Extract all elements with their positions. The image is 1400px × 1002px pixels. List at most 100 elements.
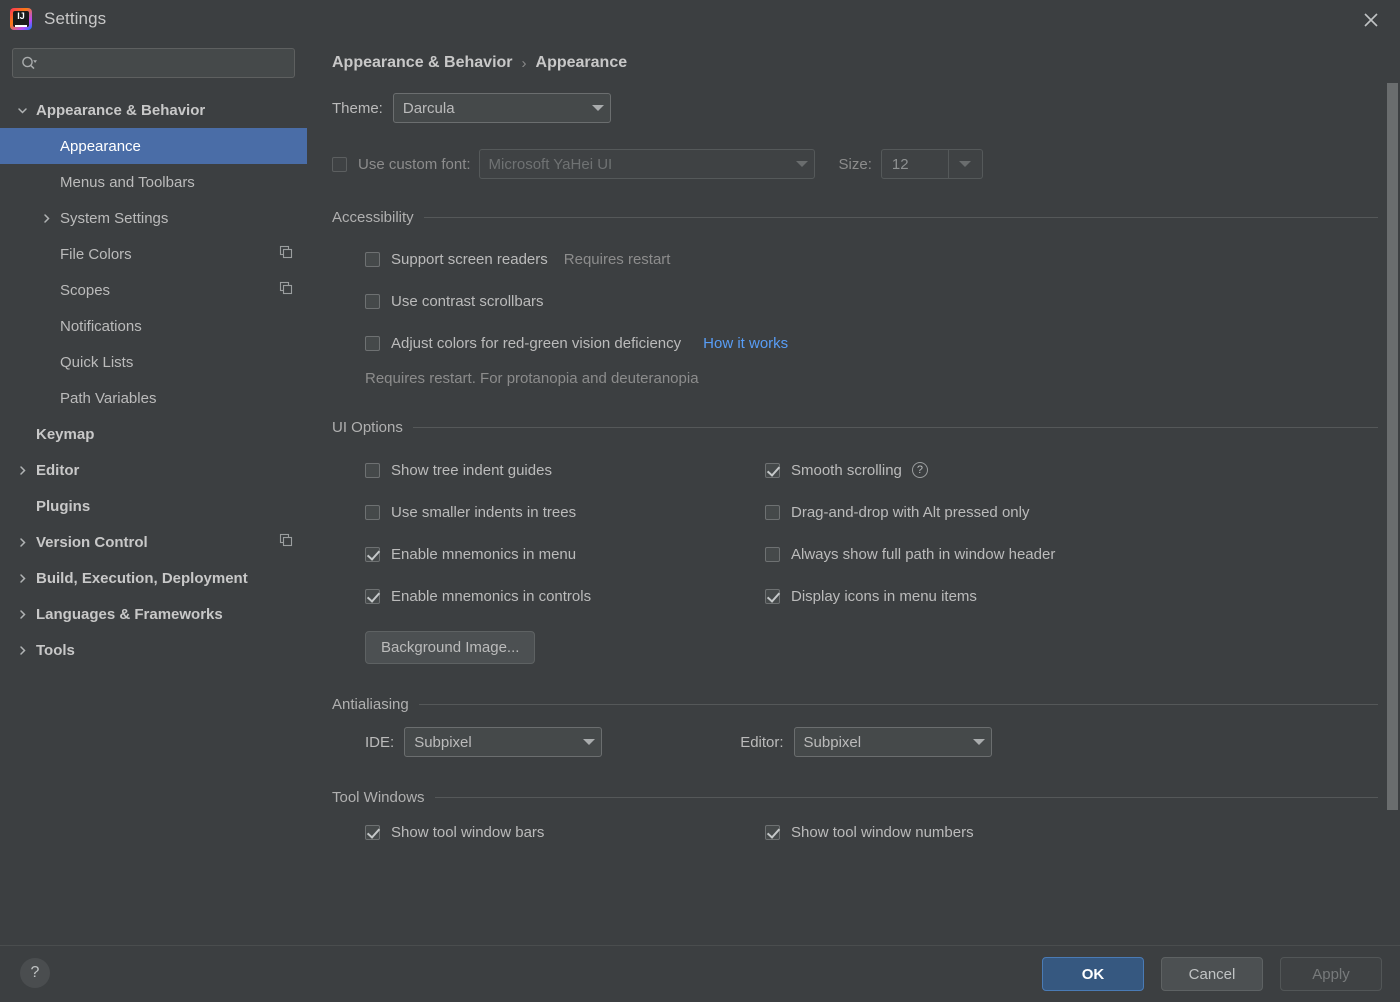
font-size-value: 12: [891, 155, 909, 173]
chevron-right-icon[interactable]: [14, 645, 30, 656]
sidebar-item-path-variables[interactable]: Path Variables: [0, 380, 307, 416]
ide-antialiasing-label: IDE:: [365, 733, 395, 751]
chevron-down-icon[interactable]: [14, 105, 30, 116]
sidebar-item-quick-lists[interactable]: Quick Lists: [0, 344, 307, 380]
background-image-row: Background Image...: [365, 631, 1400, 664]
breadcrumb-current: Appearance: [535, 54, 628, 71]
ui-options-left-column: Show tree indent guides Use smaller inden…: [365, 449, 765, 617]
use-contrast-scrollbars-checkbox[interactable]: Use contrast scrollbars: [365, 280, 1400, 322]
enable-mnemonics-in-menu-label: Enable mnemonics in menu: [391, 545, 577, 563]
checkbox-box: [765, 546, 780, 562]
use-contrast-scrollbars-label: Use contrast scrollbars: [391, 292, 544, 310]
tool-windows-grid: Show tool window bars Show tool window n…: [365, 819, 1400, 846]
sidebar-item-tools[interactable]: Tools: [0, 632, 307, 668]
sidebar-item-file-colors[interactable]: File Colors: [0, 236, 307, 272]
always-show-full-path-in-window-header-checkbox[interactable]: Always show full path in window header: [765, 533, 1400, 575]
chevron-down-icon: [795, 161, 808, 167]
cancel-button[interactable]: Cancel: [1161, 957, 1263, 991]
editor-antialiasing-value: Subpixel: [803, 733, 862, 751]
settings-content-panel: Appearance & Behavior › Appearance Theme…: [307, 38, 1400, 945]
checkbox-box: [765, 825, 780, 840]
enable-mnemonics-in-menu-checkbox[interactable]: Enable mnemonics in menu: [365, 533, 765, 575]
show-tree-indent-guides-label: Show tree indent guides: [391, 461, 552, 479]
show-tree-indent-guides-checkbox[interactable]: Show tree indent guides: [365, 449, 765, 491]
drag-and-drop-with-alt-pressed-only-checkbox[interactable]: Drag-and-drop with Alt pressed only: [765, 491, 1400, 533]
sidebar-item-system-settings[interactable]: System Settings: [0, 200, 307, 236]
display-icons-in-menu-items-checkbox[interactable]: Display icons in menu items: [765, 575, 1400, 617]
checkbox-box: [365, 462, 380, 478]
chevron-down-icon: [583, 739, 596, 745]
chevron-right-icon[interactable]: [14, 573, 30, 584]
sidebar-item-menus-and-toolbars[interactable]: Menus and Toolbars: [0, 164, 307, 200]
enable-mnemonics-in-controls-checkbox[interactable]: Enable mnemonics in controls: [365, 575, 765, 617]
sidebar-item-plugins[interactable]: Plugins: [0, 488, 307, 524]
ok-button[interactable]: OK: [1042, 957, 1144, 991]
chevron-down-icon: [972, 739, 985, 745]
chevron-right-icon[interactable]: [38, 213, 54, 224]
sidebar-item-version-control[interactable]: Version Control: [0, 524, 307, 560]
tool-windows-section-header: Tool Windows: [332, 789, 1400, 806]
sidebar-item-keymap[interactable]: Keymap: [0, 416, 307, 452]
theme-select[interactable]: Darcula: [392, 93, 611, 123]
sidebar-item-build-execution-deployment[interactable]: Build, Execution, Deployment: [0, 560, 307, 596]
support-screen-readers-label: Support screen readers: [391, 250, 548, 268]
support-screen-readers-checkbox[interactable]: Support screen readers Requires restart: [365, 238, 1400, 280]
show-tool-window-numbers-checkbox[interactable]: Show tool window numbers: [765, 819, 1400, 846]
always-show-full-path-in-window-header-label: Always show full path in window header: [791, 545, 1056, 563]
sidebar-item-label: Menus and Toolbars: [60, 173, 195, 191]
sidebar-item-languages-frameworks[interactable]: Languages & Frameworks: [0, 596, 307, 632]
sidebar-item-label: Scopes: [60, 281, 111, 299]
help-icon[interactable]: ?: [911, 462, 928, 478]
use-custom-font-checkbox[interactable]: Use custom font:: [332, 151, 471, 178]
section-divider: [412, 427, 1378, 428]
show-tool-window-bars-checkbox[interactable]: Show tool window bars: [365, 819, 765, 846]
use-custom-font-label: Use custom font:: [358, 155, 471, 173]
adjust-colors-for-red-green-vision-deficiency-checkbox[interactable]: Adjust colors for red-green vision defic…: [365, 322, 1400, 364]
drag-and-drop-with-alt-pressed-only-label: Drag-and-drop with Alt pressed only: [791, 503, 1030, 521]
sidebar-item-label: Version Control: [36, 533, 148, 551]
content-scrollbar-thumb[interactable]: [1387, 83, 1398, 810]
intellij-logo-icon: IJ: [10, 8, 32, 30]
custom-font-select[interactable]: Microsoft YaHei UI: [478, 149, 815, 179]
show-tool-window-numbers-label: Show tool window numbers: [791, 824, 974, 841]
breadcrumb-parent[interactable]: Appearance & Behavior: [332, 54, 513, 72]
font-size-label: Size:: [838, 155, 872, 173]
search-input[interactable]: [43, 55, 286, 71]
chevron-right-icon[interactable]: [14, 609, 30, 620]
requires-restart-hint: Requires restart: [563, 250, 671, 268]
chevron-right-icon[interactable]: [14, 537, 30, 548]
custom-font-row: Use custom font: Microsoft YaHei UI Size…: [332, 149, 1400, 179]
sidebar-item-editor[interactable]: Editor: [0, 452, 307, 488]
editor-antialiasing-label: Editor:: [740, 733, 784, 751]
smooth-scrolling-checkbox[interactable]: Smooth scrolling?: [765, 449, 1400, 491]
sidebar-item-label: System Settings: [60, 209, 169, 227]
sidebar-item-appearance-behavior[interactable]: Appearance & Behavior: [0, 92, 307, 128]
title-bar: IJ Settings: [0, 0, 1400, 38]
checkbox-box: [365, 293, 380, 309]
copy-icon[interactable]: [279, 533, 293, 551]
theme-row: Theme: Darcula: [332, 93, 1400, 123]
copy-icon[interactable]: [279, 245, 293, 263]
background-image-button[interactable]: Background Image...: [365, 631, 536, 664]
sidebar-item-scopes[interactable]: Scopes: [0, 272, 307, 308]
settings-tree: Appearance & Behavior Appearance Menus and…: [0, 92, 307, 668]
sidebar-item-appearance[interactable]: Appearance: [0, 128, 307, 164]
close-icon[interactable]: [1356, 5, 1386, 35]
settings-sidebar: Appearance & Behavior Appearance Menus and…: [0, 38, 307, 945]
display-icons-in-menu-items-label: Display icons in menu items: [791, 587, 977, 605]
antialiasing-title: Antialiasing: [332, 696, 409, 713]
adjust-colors-for-red-green-vision-deficiency-label: Adjust colors for red-green vision defic…: [391, 334, 682, 352]
copy-icon[interactable]: [279, 281, 293, 299]
use-smaller-indents-in-trees-checkbox[interactable]: Use smaller indents in trees: [365, 491, 765, 533]
search-box[interactable]: [12, 48, 295, 78]
sidebar-item-label: Notifications: [60, 317, 142, 335]
sidebar-item-notifications[interactable]: Notifications: [0, 308, 307, 344]
ide-antialiasing-select[interactable]: Subpixel: [404, 727, 603, 757]
editor-antialiasing-select[interactable]: Subpixel: [793, 727, 992, 757]
help-button[interactable]: ?: [20, 958, 50, 988]
sidebar-item-label: File Colors: [60, 245, 132, 263]
chevron-right-icon[interactable]: [14, 465, 30, 476]
chevron-down-icon[interactable]: [947, 150, 982, 178]
font-size-stepper[interactable]: 12: [880, 149, 983, 179]
how-it-works-link[interactable]: How it works: [703, 335, 788, 352]
